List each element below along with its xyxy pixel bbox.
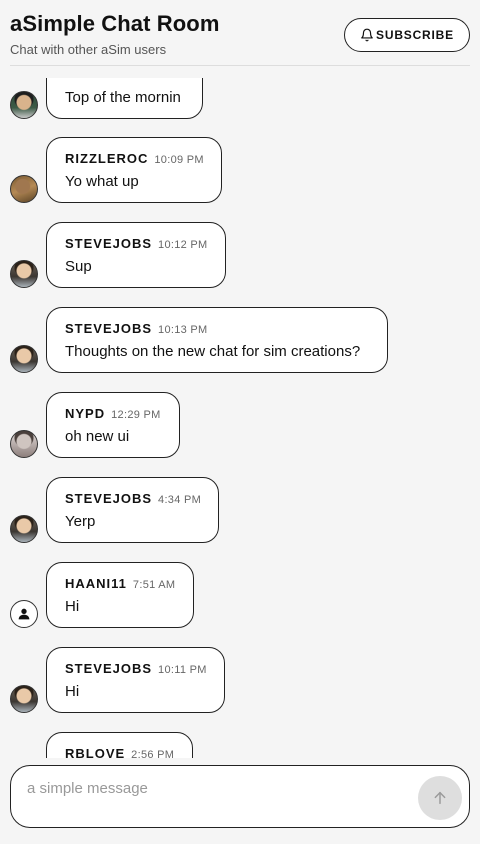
avatar[interactable] <box>10 685 38 713</box>
header-divider <box>10 65 470 66</box>
message-username[interactable]: NYPD <box>65 406 105 421</box>
page-subtitle: Chat with other aSim users <box>10 42 167 57</box>
avatar[interactable] <box>10 515 38 543</box>
send-button[interactable] <box>418 776 462 820</box>
message-text: Sup <box>65 258 92 275</box>
message-meta: STEVEJOBS 4:34 PM <box>65 491 202 507</box>
message-time: 2:56 PM <box>131 749 175 758</box>
avatar[interactable] <box>10 91 38 119</box>
message-time: 10:12 PM <box>158 239 208 251</box>
message-time: 10:13 PM <box>158 324 208 336</box>
avatar[interactable] <box>10 175 38 203</box>
message-username[interactable]: STEVEJOBS <box>65 491 152 506</box>
message-composer <box>10 765 470 828</box>
message-bubble: STEVEJOBS 10:13 PM Thoughts on the new c… <box>46 307 388 373</box>
message-input[interactable] <box>27 780 407 797</box>
message-bubble: STEVEJOBS 4:34 PM Yerp <box>46 477 219 543</box>
avatar[interactable] <box>10 260 38 288</box>
message-bubble: RBLOVE 2:56 PM <box>46 732 193 758</box>
message-time: 10:09 PM <box>154 154 204 166</box>
person-icon <box>18 608 30 620</box>
avatar[interactable] <box>10 600 38 628</box>
bell-icon <box>361 28 373 42</box>
message-bubble: RIZZLEROC 10:09 PM Yo what up <box>46 137 222 203</box>
message-text: Yerp <box>65 513 96 530</box>
message-username[interactable]: STEVEJOBS <box>65 321 152 336</box>
chat-header: aSimple Chat Room Chat with other aSim u… <box>0 0 480 78</box>
message-meta: STEVEJOBS 10:12 PM <box>65 236 207 252</box>
avatar[interactable] <box>10 345 38 373</box>
message-text: Hi <box>65 683 80 700</box>
message-username[interactable]: STEVEJOBS <box>65 661 152 676</box>
message-time: 12:29 PM <box>111 409 161 421</box>
message-meta: RBLOVE 2:56 PM <box>65 746 174 758</box>
message-bubble: STEVEJOBS 10:11 PM Hi <box>46 647 225 713</box>
avatar[interactable] <box>10 430 38 458</box>
message-text: Top of the mornin <box>65 89 181 106</box>
arrow-up-icon <box>434 791 446 805</box>
message-time: 10:11 PM <box>158 664 207 676</box>
message-bubble: NYPD 12:29 PM oh new ui <box>46 392 180 458</box>
message-meta: STEVEJOBS 10:13 PM <box>65 321 369 337</box>
message-meta: RIZZLEROC 10:09 PM <box>65 151 204 167</box>
message-text: oh new ui <box>65 428 130 445</box>
message-text: Hi <box>65 598 80 615</box>
message-time: 7:51 AM <box>132 579 176 591</box>
message-bubble: STEVEJOBS 10:12 PM Sup <box>46 222 226 288</box>
message-username[interactable]: HAANI11 <box>65 576 127 591</box>
message-meta: HAANI11 7:51 AM <box>65 576 175 592</box>
message-username[interactable]: RBLOVE <box>65 746 125 758</box>
message-username[interactable]: RIZZLEROC <box>65 151 148 166</box>
page-title: aSimple Chat Room <box>10 11 220 36</box>
message-meta: NYPD 12:29 PM <box>65 406 161 422</box>
subscribe-label: SUBSCRIBE <box>376 28 454 42</box>
message-feed[interactable]: Top of the mornin RIZZLEROC 10:09 PM Yo … <box>0 66 480 758</box>
message-time: 4:34 PM <box>158 494 202 506</box>
message-meta: STEVEJOBS 10:11 PM <box>65 661 206 677</box>
message-text: Thoughts on the new chat for sim creatio… <box>65 343 361 360</box>
subscribe-button[interactable]: SUBSCRIBE <box>344 18 470 52</box>
message-text: Yo what up <box>65 173 139 190</box>
message-username[interactable]: STEVEJOBS <box>65 236 152 251</box>
message-bubble: HAANI11 7:51 AM Hi <box>46 562 194 628</box>
